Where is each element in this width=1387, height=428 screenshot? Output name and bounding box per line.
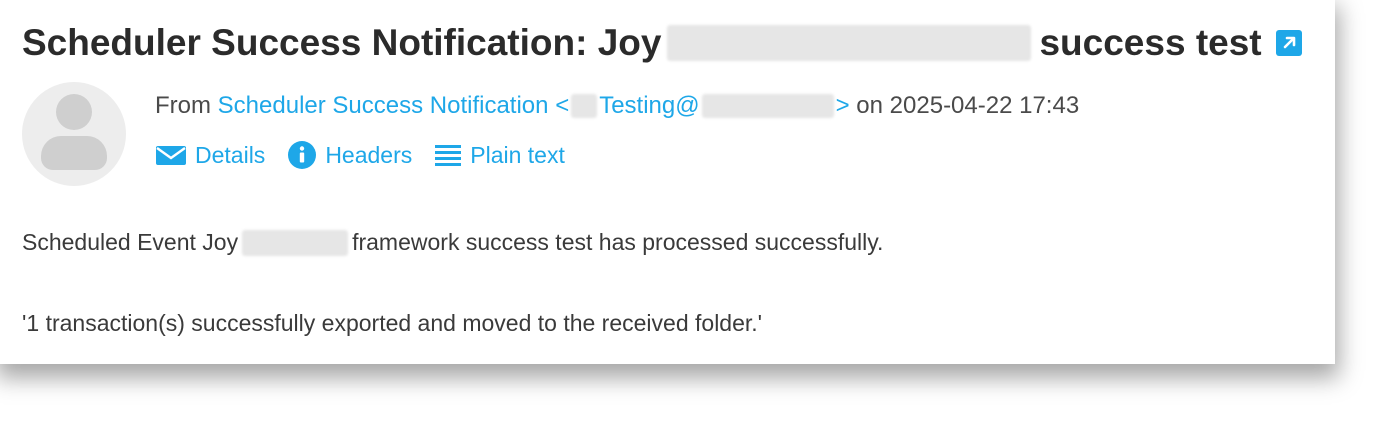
- details-label: Details: [195, 141, 266, 168]
- plain-text-label: Plain text: [470, 141, 565, 168]
- body-line-2-text: '1 transaction(s) successfully exported …: [22, 310, 763, 336]
- details-button[interactable]: Details: [155, 142, 265, 169]
- message-card: Scheduler Success Notification: Joy succ…: [0, 0, 1335, 364]
- external-link-icon[interactable]: [1275, 30, 1302, 56]
- avatar-shoulders: [41, 136, 107, 170]
- subject-prefix: Scheduler Success Notification: Joy: [22, 22, 662, 63]
- date-prefix: on: [856, 92, 883, 119]
- email-open-bracket[interactable]: <: [555, 92, 569, 120]
- from-label: From: [155, 92, 211, 119]
- redacted-block: [667, 25, 1032, 61]
- headers-label: Headers: [325, 141, 413, 168]
- sender-name-link[interactable]: Scheduler Success Notification: [218, 92, 549, 120]
- from-line: From Scheduler Success Notification < Te…: [155, 92, 1079, 120]
- redacted-block: [701, 94, 834, 118]
- lines-icon: [435, 145, 462, 166]
- body-line-1-prefix: Scheduled Event Joy: [22, 229, 239, 255]
- avatar-head: [56, 94, 92, 130]
- redacted-block: [571, 94, 598, 118]
- plain-text-button[interactable]: Plain text: [434, 141, 565, 169]
- info-icon: [288, 141, 317, 169]
- body-line-2: '1 transaction(s) successfully exported …: [22, 310, 762, 337]
- body-line-1-suffix: framework success test has processed suc…: [352, 229, 884, 255]
- envelope-icon: [156, 146, 186, 165]
- avatar: [22, 82, 126, 186]
- sender-email-link[interactable]: Testing@: [599, 92, 699, 120]
- email-close-bracket[interactable]: >: [836, 92, 850, 120]
- subject-suffix: success test: [1039, 22, 1262, 63]
- redacted-block: [242, 229, 349, 256]
- headers-button[interactable]: Headers: [287, 140, 412, 170]
- body-line-1: Scheduled Event Joy framework success te…: [22, 229, 883, 256]
- message-date: 2025-04-22 17:43: [889, 92, 1080, 119]
- message-actions: Details Headers Plain text: [155, 140, 587, 170]
- message-subject: Scheduler Success Notification: Joy succ…: [22, 22, 1302, 64]
